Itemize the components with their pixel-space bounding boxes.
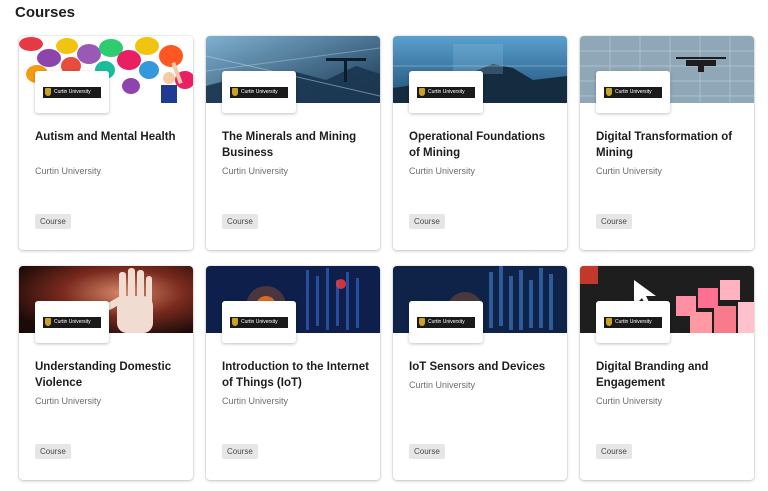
crest-icon: [232, 88, 238, 96]
crest-icon: [232, 318, 238, 326]
course-type-badge: Course: [596, 444, 632, 459]
course-provider: Curtin University: [35, 396, 102, 406]
course-provider: Curtin University: [35, 166, 102, 176]
courses-page: Courses Curtin University Autism and Men…: [0, 0, 768, 491]
course-type-badge: Course: [222, 444, 258, 459]
provider-logo: Curtin University: [222, 71, 296, 113]
course-card-intro-internet-of-things[interactable]: Curtin University Introduction to the In…: [206, 266, 380, 480]
course-title: The Minerals and Mining Business: [222, 131, 357, 159]
course-card-iot-sensors-devices[interactable]: Curtin University IoT Sensors and Device…: [393, 266, 567, 480]
course-type-badge: Course: [222, 214, 258, 229]
provider-logo: Curtin University: [596, 301, 670, 343]
provider-logo: Curtin University: [35, 71, 109, 113]
provider-logo: Curtin University: [596, 71, 670, 113]
course-title: Understanding Domestic Violence: [35, 361, 172, 389]
course-title: IoT Sensors and Devices: [409, 361, 546, 373]
crest-icon: [45, 88, 51, 96]
course-provider: Curtin University: [409, 380, 476, 390]
course-provider: Curtin University: [596, 166, 663, 176]
provider-logo: Curtin University: [222, 301, 296, 343]
course-card-operational-foundations-mining[interactable]: Curtin University Operational Foundation…: [393, 36, 567, 250]
course-card-digital-transformation-mining[interactable]: Curtin University Digital Transformation…: [580, 36, 754, 250]
course-type-badge: Course: [409, 214, 445, 229]
provider-logo: Curtin University: [409, 71, 483, 113]
course-provider: Curtin University: [222, 166, 289, 176]
course-title: Digital Branding and Engagement: [596, 361, 709, 389]
crest-icon: [419, 318, 425, 326]
crest-icon: [45, 318, 51, 326]
course-title: Digital Transformation of Mining: [596, 131, 733, 159]
crest-icon: [606, 318, 612, 326]
course-card-minerals-mining-business[interactable]: Curtin University The Minerals and Minin…: [206, 36, 380, 250]
course-provider: Curtin University: [409, 166, 476, 176]
provider-logo: Curtin University: [35, 301, 109, 343]
course-title: Autism and Mental Health: [35, 131, 176, 143]
course-title: Operational Foundations of Mining: [409, 131, 546, 159]
course-type-badge: Course: [35, 444, 71, 459]
course-type-badge: Course: [596, 214, 632, 229]
course-title: Introduction to the Internet of Things (…: [222, 361, 369, 389]
course-card-autism-mental-health[interactable]: Curtin University Autism and Mental Heal…: [19, 36, 193, 250]
section-title: Courses: [15, 4, 76, 21]
provider-logo: Curtin University: [409, 301, 483, 343]
course-type-badge: Course: [35, 214, 71, 229]
crest-icon: [606, 88, 612, 96]
course-card-understanding-domestic-violence[interactable]: Curtin University Understanding Domestic…: [19, 266, 193, 480]
crest-icon: [419, 88, 425, 96]
course-provider: Curtin University: [596, 396, 663, 406]
course-type-badge: Course: [409, 444, 445, 459]
course-card-digital-branding-engagement[interactable]: Curtin University Digital Branding and E…: [580, 266, 754, 480]
course-provider: Curtin University: [222, 396, 289, 406]
